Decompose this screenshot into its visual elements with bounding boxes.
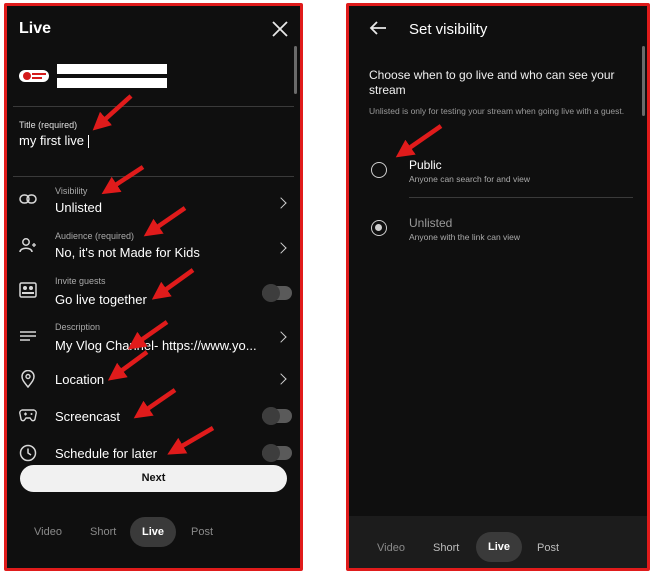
screencast-toggle[interactable]	[262, 407, 292, 425]
create-live-screen: Live Title (required) my first live Visi…	[4, 3, 303, 571]
set-visibility-screen: Set visibility Choose when to go live an…	[346, 3, 650, 571]
radio-selected-dot	[375, 224, 382, 231]
nav-video[interactable]: Video	[34, 526, 62, 538]
divider	[13, 106, 294, 107]
chevron-right-icon	[275, 242, 287, 254]
page-title: Live	[19, 20, 52, 37]
screencast-row[interactable]: Screencast	[13, 399, 299, 433]
gamepad-icon	[19, 408, 37, 422]
arrow-public	[395, 124, 443, 158]
nav-live[interactable]: Live	[130, 517, 176, 547]
nav-live[interactable]: Live	[476, 532, 522, 562]
description-value: My Vlog Channel- https://www.yo...	[55, 338, 257, 353]
guests-icon	[19, 282, 37, 298]
location-row[interactable]: Location	[13, 362, 299, 396]
nav-short[interactable]: Short	[433, 542, 459, 554]
option-public-desc: Anyone can search for and view	[409, 174, 530, 184]
option-unlisted-label: Unlisted	[409, 216, 453, 230]
visibility-label: Visibility	[55, 186, 88, 196]
back-arrow-icon[interactable]	[369, 20, 387, 36]
nav-video[interactable]: Video	[377, 542, 405, 554]
title-input[interactable]: my first live	[19, 133, 89, 149]
channel-avatar	[19, 68, 49, 84]
audience-icon	[19, 237, 37, 253]
location-pin-icon	[20, 370, 36, 388]
location-value: Location	[55, 372, 105, 387]
clock-icon	[19, 444, 37, 462]
invite-guests-toggle[interactable]	[262, 284, 292, 302]
channel-info-redacted	[57, 78, 167, 88]
schedule-toggle[interactable]	[262, 444, 292, 462]
chevron-right-icon	[275, 197, 287, 209]
invite-guests-label: Invite guests	[55, 276, 106, 286]
option-unlisted-desc: Anyone with the link can view	[409, 232, 521, 242]
channel-name-redacted	[57, 64, 167, 74]
chevron-right-icon	[275, 373, 287, 385]
option-public[interactable]: Public Anyone can search for and view	[363, 152, 635, 192]
radio-public[interactable]	[371, 162, 387, 178]
divider	[13, 176, 294, 177]
next-button[interactable]: Next	[20, 465, 287, 492]
visibility-note: Unlisted is only for testing your stream…	[369, 106, 625, 116]
link-icon	[19, 192, 37, 206]
schedule-value: Schedule for later	[55, 446, 157, 461]
visibility-row[interactable]: Visibility Unlisted	[13, 182, 299, 222]
text-cursor	[88, 135, 89, 149]
scrollbar[interactable]	[294, 46, 297, 94]
audience-label: Audience (required)	[55, 231, 135, 241]
page-title: Set visibility	[409, 21, 488, 38]
nav-post[interactable]: Post	[191, 526, 213, 538]
radio-unlisted[interactable]	[371, 220, 387, 236]
screencast-value: Screencast	[55, 409, 121, 424]
chevron-right-icon	[275, 331, 287, 343]
scrollbar[interactable]	[642, 46, 645, 116]
visibility-heading: Choose when to go live and who can see y…	[369, 68, 615, 97]
option-public-label: Public	[409, 158, 442, 172]
divider	[409, 197, 633, 198]
description-icon	[19, 330, 37, 344]
description-row[interactable]: Description My Vlog Channel- https://www…	[13, 318, 299, 358]
option-unlisted[interactable]: Unlisted Anyone with the link can view	[363, 210, 635, 250]
description-label: Description	[55, 322, 101, 332]
audience-value: No, it's not Made for Kids	[55, 245, 200, 260]
invite-guests-row[interactable]: Invite guests Go live together	[13, 272, 299, 312]
audience-row[interactable]: Audience (required) No, it's not Made fo…	[13, 227, 299, 267]
invite-guests-value: Go live together	[55, 292, 147, 307]
arrow-title	[92, 94, 133, 131]
close-icon[interactable]	[271, 20, 289, 38]
nav-post[interactable]: Post	[537, 542, 559, 554]
title-label: Title (required)	[19, 120, 78, 130]
visibility-value: Unlisted	[55, 200, 102, 215]
nav-short[interactable]: Short	[90, 526, 116, 538]
title-input-value: my first live	[19, 133, 84, 148]
